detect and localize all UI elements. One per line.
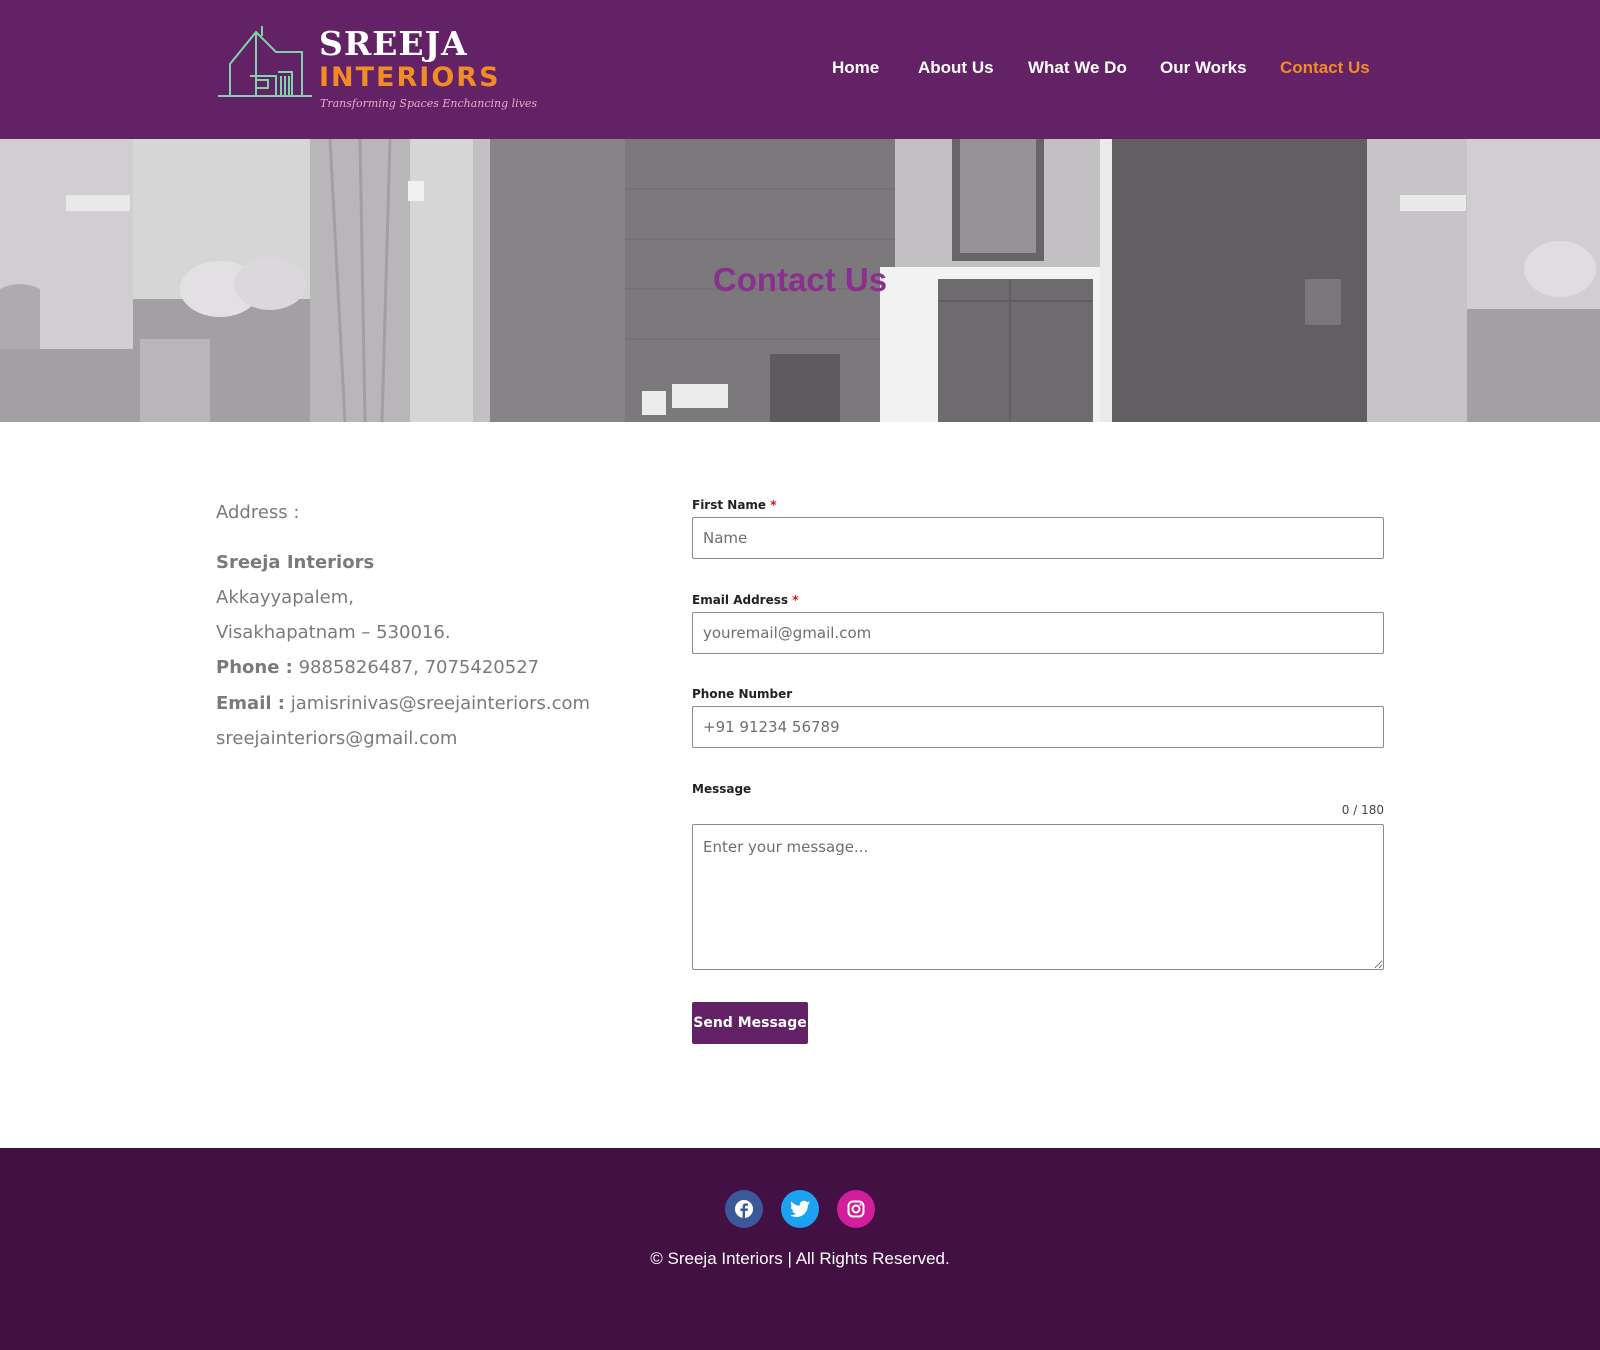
message-textarea[interactable] [692,824,1384,970]
required-mark: * [792,593,799,607]
phone-row: Phone : 9885826487, 7075420527 [216,657,539,678]
first-name-input[interactable] [692,517,1384,559]
message-label: Message [692,782,752,796]
copyright-text: © Sreeja Interiors | All Rights Reserved… [650,1249,950,1268]
address-line2: Visakhapatnam – 530016. [216,622,451,643]
facebook-glyph-icon [735,1200,753,1218]
first-name-label: First Name * [692,498,777,512]
send-message-button[interactable]: Send Message [692,1002,808,1044]
site-header: SREEJA INTERIORS Transforming Spaces Enc… [0,0,1600,139]
first-name-label-text: First Name [692,498,767,512]
email-label: Email : [216,693,286,714]
brand-tagline: Transforming Spaces Enchancing lives [320,97,538,110]
nav-our-works-link[interactable]: Our Works [1160,58,1247,78]
email-input[interactable] [692,612,1384,654]
email-row: Email : jamisrinivas@sreejainteriors.com [216,693,590,714]
site-footer: © Sreeja Interiors | All Rights Reserved… [0,1148,1600,1350]
facebook-icon[interactable] [725,1190,763,1228]
company-name: Sreeja Interiors [216,552,375,573]
instagram-icon[interactable] [837,1190,875,1228]
email-address-label-text: Email Address [692,593,789,607]
address-line1: Akkayyapalem, [216,587,354,608]
phone-input[interactable] [692,706,1384,748]
hero-banner: Contact Us [0,139,1600,422]
phone-label: Phone : [216,657,293,678]
page-title: Contact Us [712,261,888,298]
nav-about-us-link[interactable]: About Us [918,58,994,78]
email-value[interactable]: jamisrinivas@sreejainteriors.com [291,693,590,714]
email-address-label: Email Address * [692,593,798,607]
nav-contact-us-link[interactable]: Contact Us [1280,58,1370,78]
message-char-counter: 0 / 180 [1341,803,1384,817]
nav-home-link[interactable]: Home [832,58,879,78]
instagram-camera-icon [847,1200,865,1218]
twitter-icon[interactable] [781,1190,819,1228]
email-value-2[interactable]: sreejainteriors@gmail.com [216,728,457,749]
nav-what-we-do-link[interactable]: What We Do [1028,58,1127,78]
phone-number-label: Phone Number [692,687,793,701]
required-mark: * [770,498,777,512]
phone-value[interactable]: 9885826487, 7075420527 [299,657,540,678]
main-nav: Home About Us What We Do Our Works Conta… [0,58,1600,82]
twitter-bird-icon [790,1200,810,1217]
address-label: Address : [216,502,300,523]
